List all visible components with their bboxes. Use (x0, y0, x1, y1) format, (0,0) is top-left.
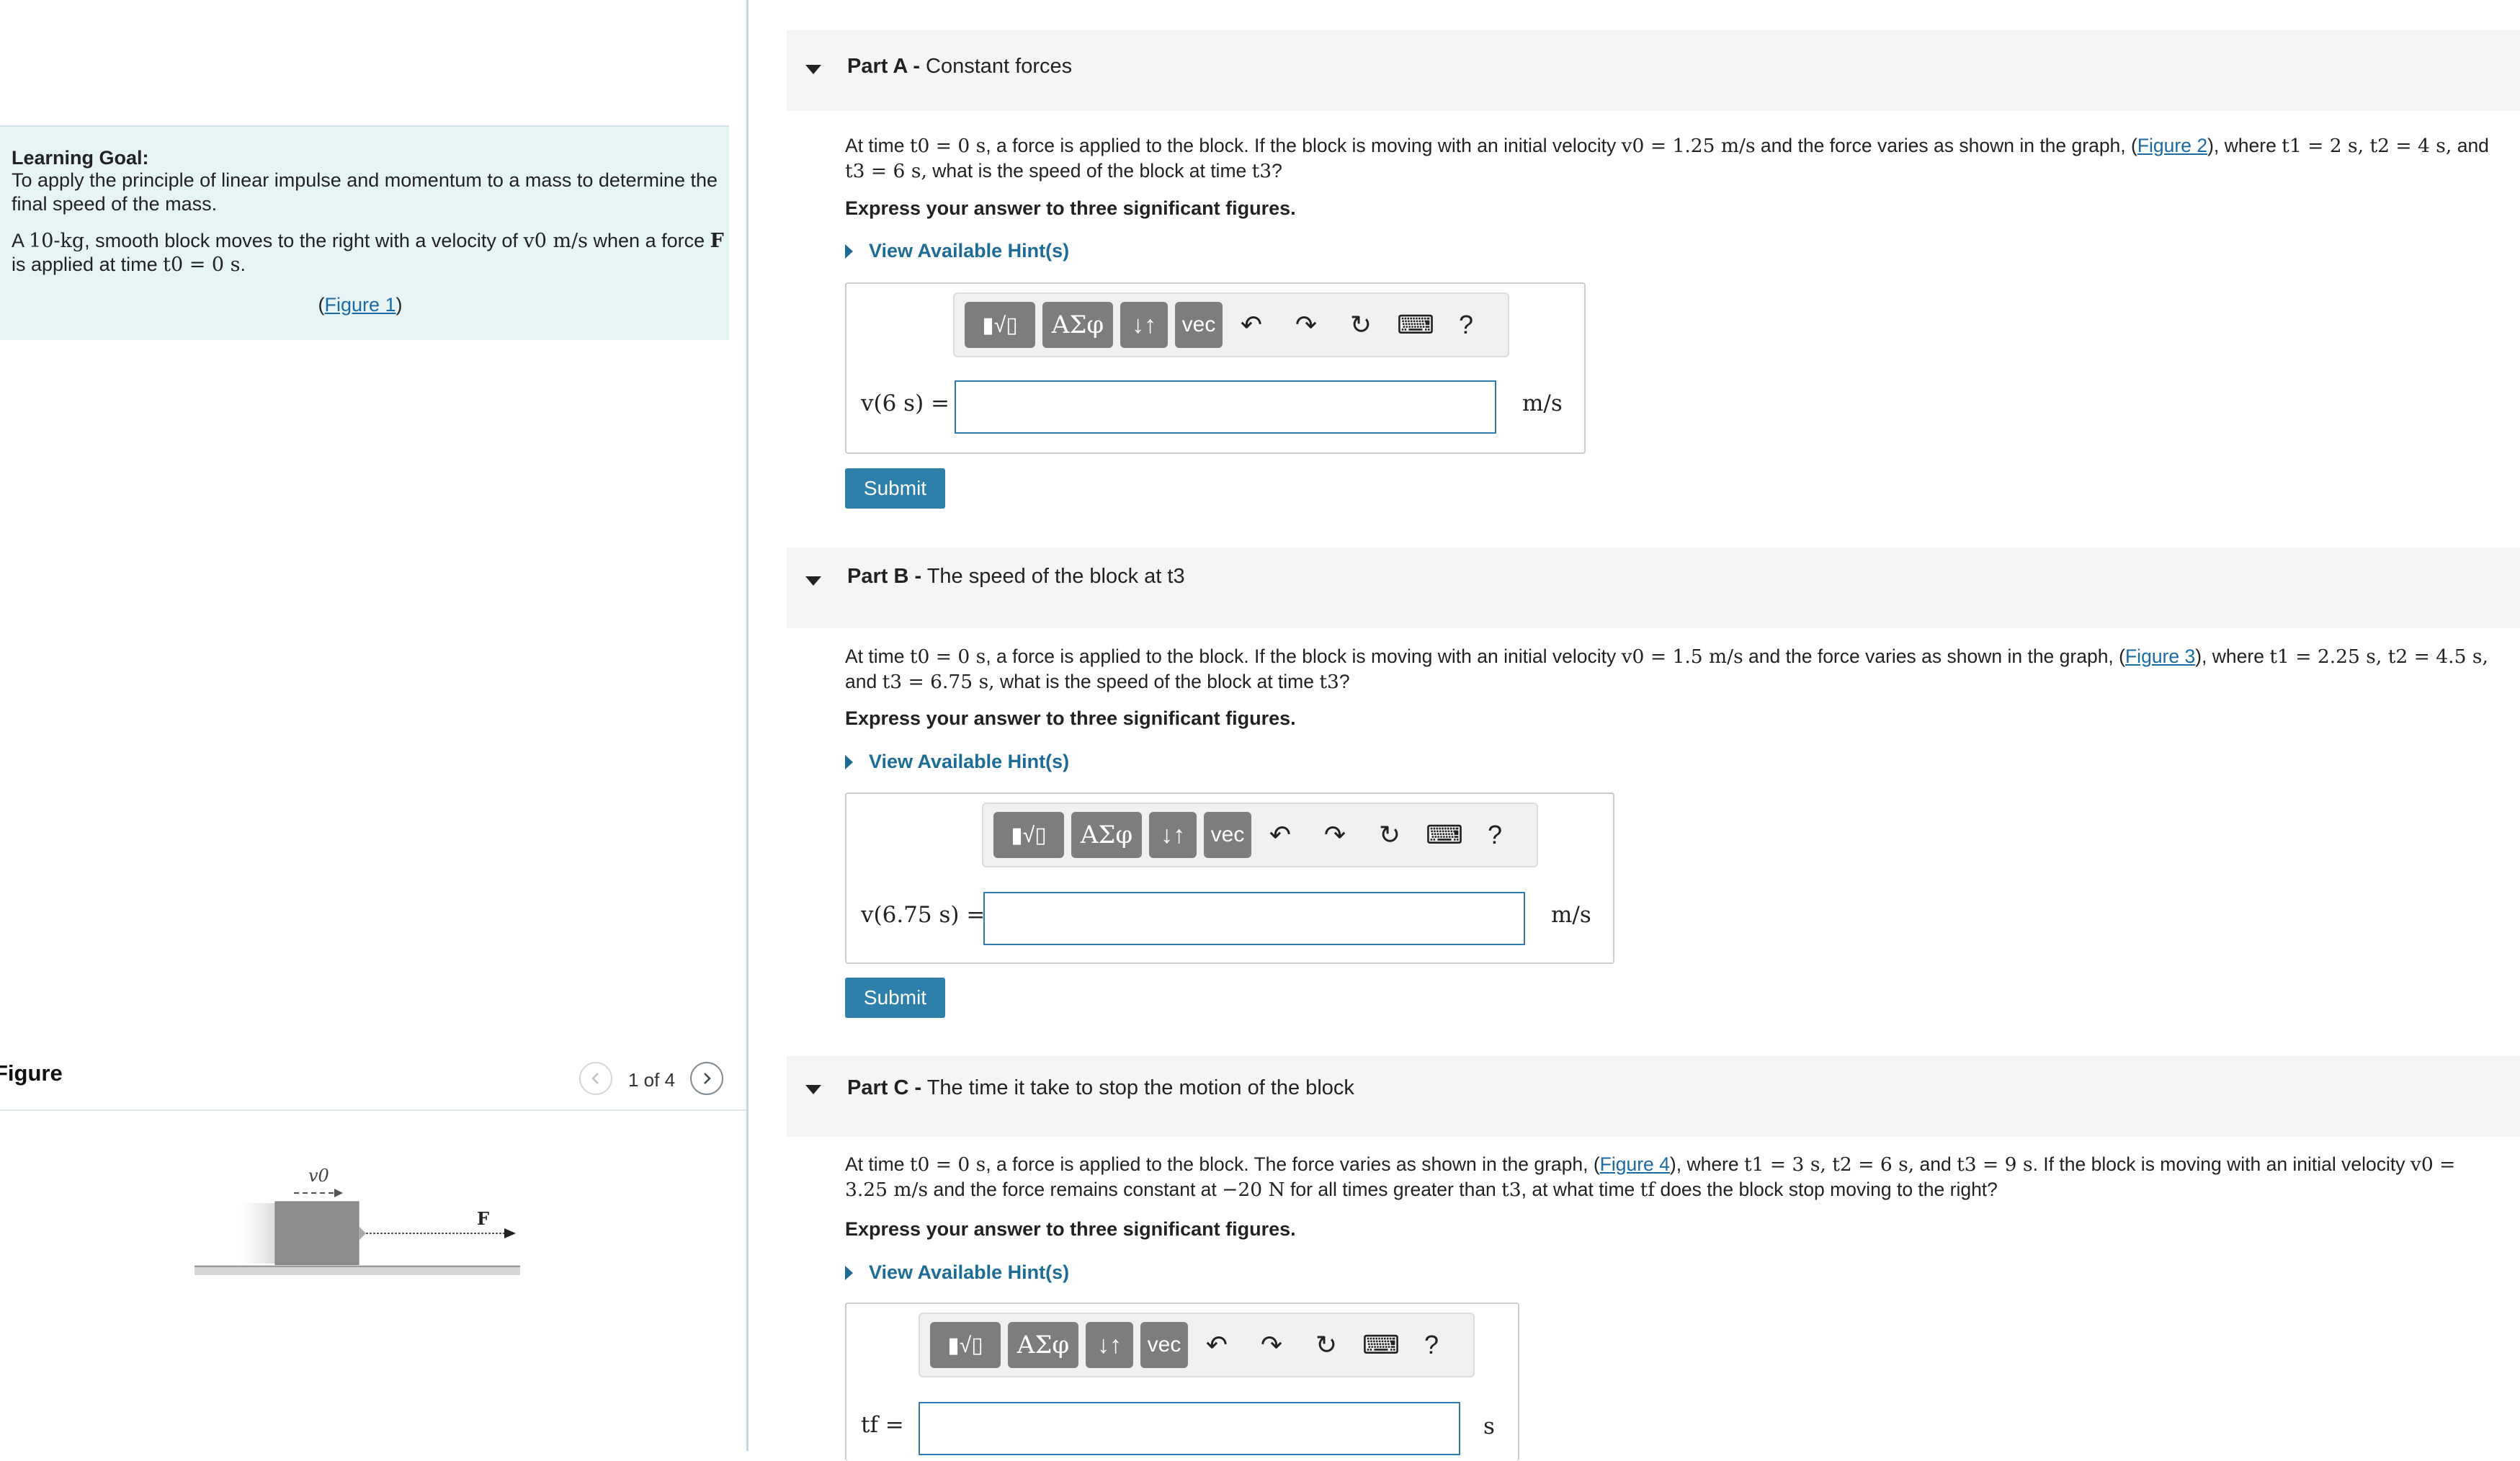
part-b-submit-button[interactable]: Submit (845, 978, 945, 1018)
math-toolbar: ▮√▯ ΑΣφ ↓↑ vec ↶ ↷ ↻ ⌨ ? (982, 803, 1538, 867)
pane-divider (746, 0, 749, 1451)
part-a-question: At time t0 = 0 s, a force is applied to … (845, 135, 2489, 182)
fraction-sqrt-icon: ▮√▯ (982, 313, 1018, 337)
part-a-answer-label: v(6 s) = (861, 390, 950, 416)
previous-figure-button[interactable] (579, 1062, 612, 1095)
part-c-question: At time t0 = 0 s, a force is applied to … (845, 1153, 2456, 1201)
keyboard-icon[interactable]: ⌨ (1361, 1322, 1401, 1368)
part-a-title: Part A - Constant forces (847, 55, 1073, 78)
math-toolbar: ▮√▯ ΑΣφ ↓↑ vec ↶ ↷ ↻ ⌨ ? (919, 1313, 1475, 1377)
learning-goal-text: To apply the principle of linear impulse… (12, 169, 718, 215)
part-b-answer-input[interactable] (983, 892, 1525, 945)
time-value: t0 = 0 s (163, 254, 241, 276)
part-b-instruction: Express your answer to three significant… (845, 707, 1296, 729)
mass-value: 10-kg (29, 230, 85, 252)
part-b-header[interactable]: Part B - The speed of the block at t3 (787, 548, 2520, 628)
part-c-hint-toggle[interactable]: View Available Hint(s) (845, 1261, 1069, 1284)
learning-goal-box: Learning Goal: To apply the principle of… (0, 125, 729, 340)
part-c-instruction: Express your answer to three significant… (845, 1218, 1296, 1240)
caret-right-icon (845, 244, 853, 259)
part-c-answer-box: ▮√▯ ΑΣφ ↓↑ vec ↶ ↷ ↻ ⌨ ? tf = s (845, 1303, 1519, 1461)
fraction-sqrt-icon: ▮√▯ (947, 1333, 983, 1357)
vector-button[interactable]: vec (1204, 812, 1251, 858)
part-c-title: Part C - The time it take to stop the mo… (847, 1076, 1354, 1099)
redo-icon[interactable]: ↷ (1286, 302, 1326, 348)
part-a-unit: m/s (1522, 390, 1563, 416)
figure-pager-count: 1 of 4 (628, 1069, 676, 1091)
subscript-button[interactable]: ↓↑ (1120, 302, 1168, 348)
subscript-button[interactable]: ↓↑ (1149, 812, 1197, 858)
part-a-instruction: Express your answer to three significant… (845, 197, 1296, 219)
templates-button[interactable]: ▮√▯ (930, 1322, 1001, 1368)
greek-symbols-button[interactable]: ΑΣφ (1071, 812, 1142, 858)
collapse-caret-icon[interactable] (805, 1085, 821, 1094)
part-a-header[interactable]: Part A - Constant forces (787, 30, 2520, 111)
figure-4-link[interactable]: Figure 4 (1600, 1153, 1670, 1175)
part-b-answer-box: ▮√▯ ΑΣφ ↓↑ vec ↶ ↷ ↻ ⌨ ? v(6.75 s) = m/s (845, 792, 1614, 964)
greek-symbols-button[interactable]: ΑΣφ (1042, 302, 1113, 348)
figure-3-link[interactable]: Figure 3 (2125, 645, 2195, 667)
collapse-caret-icon[interactable] (805, 65, 821, 74)
block (274, 1201, 359, 1266)
caret-right-icon (845, 1266, 853, 1280)
reset-icon[interactable]: ↻ (1306, 1322, 1346, 1368)
templates-button[interactable]: ▮√▯ (965, 302, 1035, 348)
subscript-button[interactable]: ↓↑ (1086, 1322, 1133, 1368)
problem-statement: A 10-kg, smooth block moves to the right… (12, 230, 724, 276)
greek-symbols-button[interactable]: ΑΣφ (1008, 1322, 1078, 1368)
undo-icon[interactable]: ↶ (1197, 1322, 1237, 1368)
left-pane: Learning Goal: To apply the principle of… (0, 0, 748, 1451)
part-c-header[interactable]: Part C - The time it take to stop the mo… (787, 1056, 2520, 1137)
help-button[interactable]: ? (1411, 1322, 1452, 1368)
keyboard-icon[interactable]: ⌨ (1395, 302, 1436, 348)
part-b-hint-toggle[interactable]: View Available Hint(s) (845, 751, 1069, 773)
vector-button[interactable]: vec (1140, 1322, 1188, 1368)
learning-goal-heading: Learning Goal: (12, 147, 149, 169)
chevron-left-icon (591, 1073, 599, 1084)
figure-panel-header: Figure 1 of 4 (0, 1045, 746, 1111)
math-toolbar: ▮√▯ ΑΣφ ↓↑ vec ↶ ↷ ↻ ⌨ ? (953, 292, 1509, 357)
keyboard-icon[interactable]: ⌨ (1424, 812, 1465, 858)
force-label: F (477, 1208, 489, 1229)
part-c-answer-label: tf = (861, 1412, 904, 1438)
fraction-sqrt-icon: ▮√▯ (1011, 823, 1047, 847)
redo-icon[interactable]: ↷ (1315, 812, 1355, 858)
reset-icon[interactable]: ↻ (1341, 302, 1381, 348)
part-c-unit: s (1483, 1413, 1495, 1439)
vector-button[interactable]: vec (1175, 302, 1223, 348)
part-c-answer-input[interactable] (919, 1402, 1460, 1455)
part-b-question: At time t0 = 0 s, a force is applied to … (845, 645, 2488, 693)
caret-right-icon (845, 755, 853, 769)
help-button[interactable]: ? (1446, 302, 1486, 348)
part-a-answer-input[interactable] (955, 380, 1496, 434)
block-diagram: v0 F (195, 1166, 520, 1275)
redo-icon[interactable]: ↷ (1251, 1322, 1292, 1368)
part-a-answer-box: ▮√▯ ΑΣφ ↓↑ vec ↶ ↷ ↻ ⌨ ? v(6 s) = m/s (845, 282, 1586, 454)
force-symbol: F (710, 230, 724, 252)
velocity-label: v0 (308, 1166, 329, 1186)
velocity-symbol: v0 m/s (523, 230, 589, 252)
part-b-title: Part B - The speed of the block at t3 (847, 565, 1185, 588)
next-figure-button[interactable] (690, 1062, 723, 1095)
figure-2-link[interactable]: Figure 2 (2137, 135, 2207, 156)
undo-icon[interactable]: ↶ (1260, 812, 1300, 858)
part-b-answer-label: v(6.75 s) = (861, 902, 986, 928)
help-button[interactable]: ? (1475, 812, 1515, 858)
collapse-caret-icon[interactable] (805, 576, 821, 586)
figure-panel-title: Figure (0, 1060, 63, 1086)
chevron-right-icon (704, 1073, 711, 1084)
templates-button[interactable]: ▮√▯ (993, 812, 1064, 858)
figure-1-link[interactable]: Figure 1 (324, 294, 396, 316)
reset-icon[interactable]: ↻ (1370, 812, 1410, 858)
part-a-hint-toggle[interactable]: View Available Hint(s) (845, 240, 1069, 262)
figure-link-line: (Figure 1) (318, 294, 403, 316)
undo-icon[interactable]: ↶ (1231, 302, 1272, 348)
part-b-unit: m/s (1551, 902, 1591, 928)
part-a-submit-button[interactable]: Submit (845, 468, 945, 509)
